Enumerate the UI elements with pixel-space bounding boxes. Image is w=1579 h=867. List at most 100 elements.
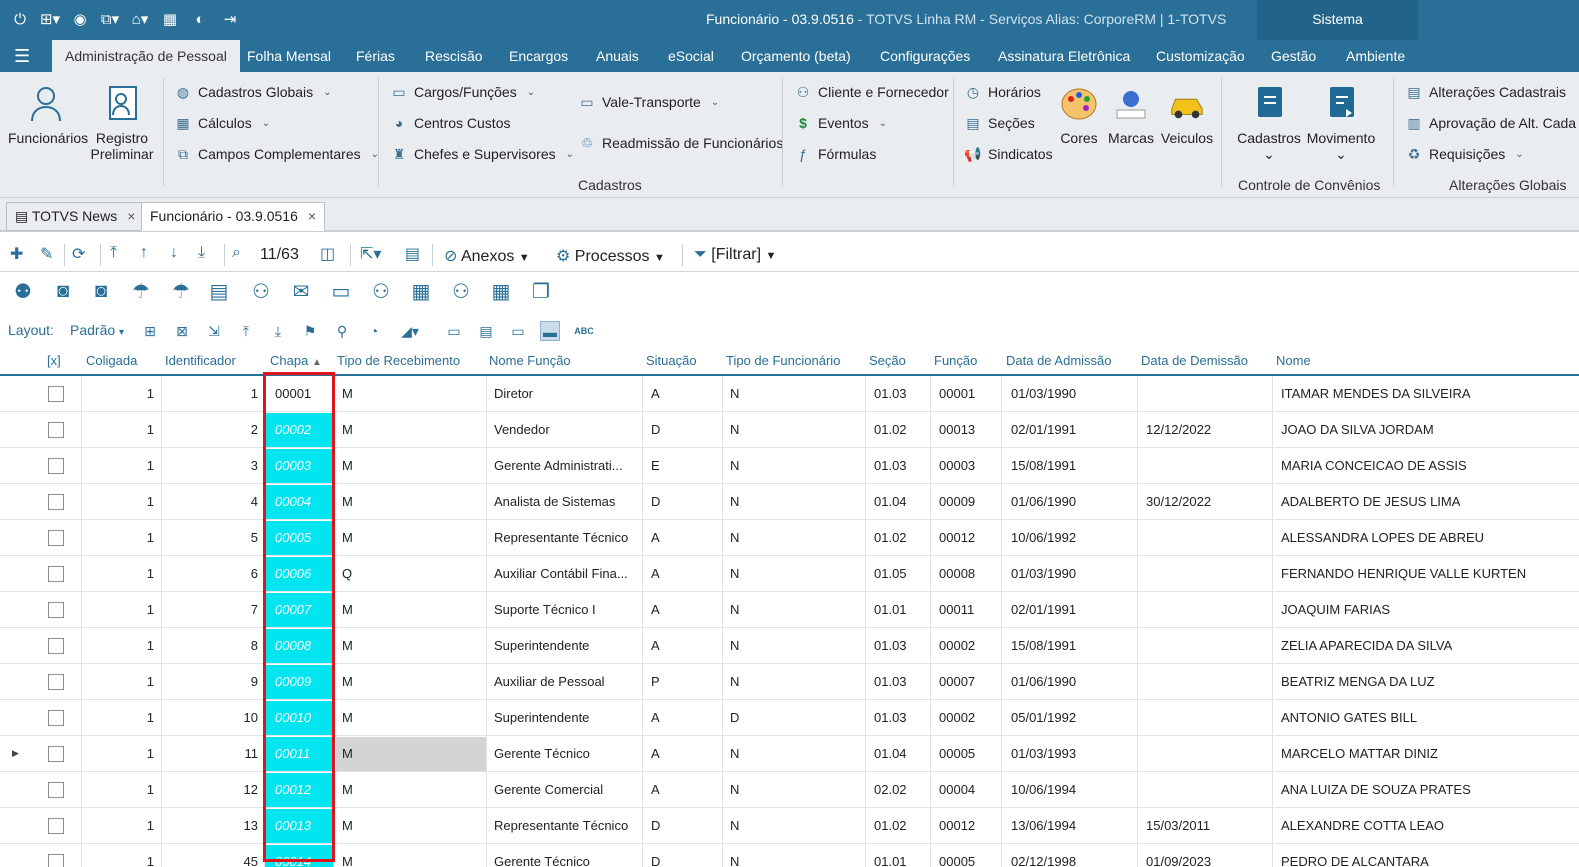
cell-chapa[interactable]: 00007 [265,593,333,627]
cell-chapa[interactable]: 00001 [265,377,333,411]
paint-icon[interactable]: ⚑ [300,321,320,341]
formulas-button[interactable]: ƒ Fórmulas [794,145,876,163]
tab-folha-mensal[interactable]: Folha Mensal [247,40,331,72]
col-secao[interactable]: Seção [869,353,906,368]
row-checkbox[interactable] [48,386,64,402]
layout-header-icon[interactable]: ▭ [508,321,528,341]
row-checkbox[interactable] [48,782,64,798]
row-checkbox[interactable] [48,674,64,690]
edit-icon[interactable]: ✎ [40,244,53,264]
col-nome-funcao[interactable]: Nome Função [489,353,571,368]
col-chapa[interactable]: Chapa ▲ [270,353,322,368]
prev-record-icon[interactable]: ↑ [140,244,148,262]
col-data-demissao[interactable]: Data de Demissão [1141,353,1248,368]
cliente-fornecedor-button[interactable]: ⚇ Cliente e Fornecedor [794,83,949,101]
group-icon[interactable]: ⇲ [204,321,224,341]
layout-select[interactable]: Padrão ▾ [70,322,124,338]
tab-funcionario[interactable]: Funcionário - 03.9.0516 × [141,202,326,231]
row-checkbox[interactable] [48,530,64,546]
secoes-button[interactable]: ▤ Seções [964,114,1034,132]
split-view-icon[interactable]: ◫ [320,244,335,264]
readmissao-button[interactable]: ♲ Readmissão de Funcionários [578,134,784,152]
table-row[interactable]: 1 5 00005 M Representante Técnico A N 01.02 0001… [0,520,1579,556]
processos-button[interactable]: ⚙ Processos ▼ [556,246,665,266]
movimento-button[interactable]: Movimento ⌄ [1306,84,1376,162]
remove-user-icon[interactable]: ⚉ [8,276,38,306]
col-coligada[interactable]: Coligada [86,353,137,368]
row-checkbox[interactable] [48,602,64,618]
window-icon[interactable]: ⧉▾ [98,8,122,32]
cadastros-globais-button[interactable]: ◍ Cadastros Globais ⌄ [174,83,332,101]
eventos-button[interactable]: $ Eventos ⌄ [794,114,887,132]
add-icon[interactable]: ✚ [10,244,23,264]
tab-esocial[interactable]: eSocial [668,40,714,72]
row-checkbox[interactable] [48,746,64,762]
table-row[interactable]: 1 3 00003 M Gerente Administrati... E N 01.03 00… [0,448,1579,484]
copy-document-icon[interactable]: ❐ [526,276,556,306]
horarios-button[interactable]: ◷ Horários [964,83,1041,101]
registro-preliminar-button[interactable]: Registro Preliminar [90,84,154,162]
row-checkbox[interactable] [48,710,64,726]
col-identificador[interactable]: Identificador [165,353,236,368]
cell-chapa[interactable]: 00005 [265,521,333,555]
table-row[interactable]: 1 13 00013 M Representante Técnico D N 01.02 000… [0,808,1579,844]
layout-single-icon[interactable]: ▭ [444,321,464,341]
move-up-icon[interactable]: ⤒ [236,321,256,341]
tab-ambiente[interactable]: Ambiente [1346,40,1405,72]
mail-open-icon[interactable]: ✉ [286,276,316,306]
cell-chapa[interactable]: 00011 [265,737,333,771]
cell-chapa[interactable]: 00014 [265,845,333,867]
calculator-icon[interactable]: ▦ [158,8,182,32]
col-tipo-funcionario[interactable]: Tipo de Funcionário [726,353,840,368]
table-row[interactable]: 1 7 00007 M Suporte Técnico I A N 01.01 00011 02/… [0,592,1579,628]
cargos-funcoes-button[interactable]: ▭ Cargos/Funções ⌄ [390,83,535,101]
cadastros-button[interactable]: Cadastros ⌄ [1236,84,1302,162]
vale-transporte-button[interactable]: ▭ Vale-Transporte ⌄ [578,93,719,111]
close-icon[interactable]: × [308,208,316,224]
spellcheck-icon[interactable]: ABC [574,321,594,341]
next-record-icon[interactable]: ↓ [170,244,178,262]
chefes-supervisores-button[interactable]: ♜ Chefes e Supervisores ⌄ [390,145,574,163]
first-record-icon[interactable]: ⤒ [110,244,117,262]
chart-icon[interactable]: ◢▾ [400,321,420,341]
cell-chapa[interactable]: 00013 [265,809,333,843]
cell-chapa[interactable]: 00012 [265,773,333,807]
tab-gestao[interactable]: Gestão [1271,40,1316,72]
centros-custos-button[interactable]: ◕ Centros Custos [390,114,511,132]
calculos-button[interactable]: ▦ Cálculos ⌄ [174,114,270,132]
presentation-icon[interactable]: ▦ [406,276,436,306]
col-data-admissao[interactable]: Data de Admissão [1006,353,1112,368]
beach-umbrella-icon[interactable]: ☂ [126,276,156,306]
power-icon[interactable]: ⏻ [8,8,32,32]
row-checkbox[interactable] [48,494,64,510]
search-icon[interactable]: ⌕ [232,244,241,262]
expand-icon[interactable]: ⊞ [140,321,160,341]
row-checkbox[interactable] [48,638,64,654]
tab-assinatura[interactable]: Assinatura Eletrônica [998,40,1130,72]
table-row[interactable]: 1 12 00012 M Gerente Comercial A N 02.02 00004 10… [0,772,1579,808]
add-people-icon[interactable]: ⚇ [446,276,476,306]
tab-customizacao[interactable]: Customização [1156,40,1245,72]
table-row[interactable]: 1 4 00004 M Analista de Sistemas D N 01.04 00009… [0,484,1579,520]
cores-button[interactable]: Cores [1058,84,1100,146]
layout-rows-icon[interactable]: ▬ [540,321,560,341]
anexos-button[interactable]: ⊘ Anexos ▼ [444,246,530,266]
funcionarios-button[interactable]: Funcionários [8,84,88,146]
alteracoes-cadastrais-button[interactable]: ▤ Alterações Cadastrais [1405,83,1566,101]
row-checkbox[interactable] [48,458,64,474]
cell-chapa[interactable]: 00009 [265,665,333,699]
tab-rescisao[interactable]: Rescisão [425,40,483,72]
col-select[interactable]: [x] [47,353,61,368]
sindicatos-button[interactable]: 📢 Sindicatos [964,145,1052,163]
tab-configuracoes[interactable]: Configurações [880,40,970,72]
transfer-user-icon[interactable]: ⚇ [366,276,396,306]
globe-icon[interactable]: ◐ [188,8,212,32]
table-row[interactable]: 1 9 00009 M Auxiliar de Pessoal P N 01.03 00007 0… [0,664,1579,700]
tab-ferias[interactable]: Férias [356,40,395,72]
pin-icon[interactable]: ⚲ [332,321,352,341]
database-add-icon[interactable]: ◙ [86,276,116,306]
tab-totvs-news[interactable]: ▤ TOTVS News × [6,202,145,231]
collapse-icon[interactable]: ⊠ [172,321,192,341]
menu-icon[interactable]: ☰ [14,46,30,67]
umbrella-edit-icon[interactable]: ☂ [166,276,196,306]
